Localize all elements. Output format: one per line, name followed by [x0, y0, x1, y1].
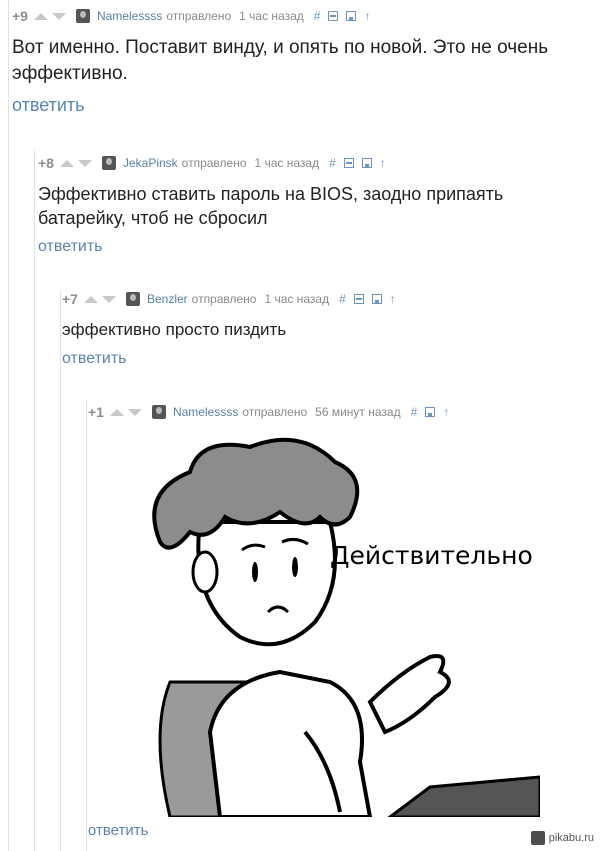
- author-link[interactable]: Benzler: [147, 292, 188, 306]
- comment-rating: +7: [62, 291, 78, 307]
- thread-line-1: [8, 0, 9, 851]
- watermark-text: pikabu.ru: [548, 832, 594, 844]
- save-icon[interactable]: [361, 158, 372, 168]
- sent-label: отправлено: [181, 156, 247, 170]
- parent-arrow-icon[interactable]: ↑: [364, 9, 370, 23]
- vote-down-icon[interactable]: [77, 159, 92, 167]
- pikabu-logo-icon: [530, 831, 545, 845]
- collapse-icon[interactable]: [343, 158, 354, 168]
- meme-image[interactable]: Действительно: [130, 432, 542, 819]
- reply-button[interactable]: ответить: [38, 238, 600, 256]
- reply-button[interactable]: ответить: [12, 95, 600, 116]
- parent-arrow-icon[interactable]: ↑: [390, 292, 396, 306]
- author-link[interactable]: Namelessss: [173, 405, 238, 419]
- thread-line-3: [60, 290, 61, 851]
- comment-meta: +9 Namelessss отправлено 1 час назад # ↑: [12, 7, 600, 25]
- collapse-icon[interactable]: [353, 294, 364, 304]
- reply-button[interactable]: ответить: [62, 350, 600, 368]
- thread-line-4: [86, 400, 87, 851]
- save-icon[interactable]: [425, 407, 436, 417]
- sent-label: отправлено: [191, 292, 257, 306]
- comment-meta: +1 Namelessss отправлено 56 минут назад …: [88, 403, 600, 421]
- comment-2: +8 JekaPinsk отправлено 1 час назад # ↑ …: [38, 154, 600, 256]
- parent-arrow-icon[interactable]: ↑: [380, 156, 386, 170]
- meme-illustration: Действительно: [152, 437, 542, 819]
- comment-text: Эффективно ставить пароль на BIOS, заодн…: [38, 184, 504, 228]
- avatar[interactable]: [151, 405, 166, 419]
- comment-rating: +9: [12, 8, 28, 24]
- permalink-icon[interactable]: #: [339, 292, 346, 306]
- vote-up-icon[interactable]: [33, 12, 48, 20]
- vote-down-icon[interactable]: [51, 12, 66, 20]
- author-link[interactable]: Namelessss: [97, 9, 162, 23]
- comment-text: эффективно просто пиздить: [62, 320, 287, 339]
- parent-arrow-icon[interactable]: ↑: [443, 405, 449, 419]
- save-icon[interactable]: [371, 294, 382, 304]
- avatar[interactable]: [75, 9, 90, 23]
- vote-up-icon[interactable]: [109, 408, 124, 416]
- collapse-icon[interactable]: [328, 11, 339, 21]
- sent-label: отправлено: [166, 9, 232, 23]
- comment-meta: +7 Benzler отправлено 1 час назад # ↑: [62, 290, 600, 308]
- vote-up-icon[interactable]: [59, 159, 74, 167]
- comment-rating: +8: [38, 155, 54, 171]
- comment-time[interactable]: 1 час назад: [239, 9, 304, 23]
- thread-line-2: [34, 150, 35, 851]
- permalink-icon[interactable]: #: [411, 405, 418, 419]
- permalink-icon[interactable]: #: [329, 156, 336, 170]
- vote-up-icon[interactable]: [83, 295, 98, 303]
- comment-time[interactable]: 1 час назад: [264, 292, 329, 306]
- vote-down-icon[interactable]: [127, 408, 142, 416]
- save-icon[interactable]: [346, 11, 357, 21]
- comment-time[interactable]: 1 час назад: [255, 156, 320, 170]
- author-link[interactable]: JekaPinsk: [123, 156, 178, 170]
- meme-caption: Действительно: [330, 541, 533, 570]
- watermark: pikabu.ru: [530, 831, 594, 845]
- comment-rating: +1: [88, 404, 104, 420]
- comment-4-footer: ответить: [88, 822, 600, 839]
- comment-text: Вот именно. Поставит винду, и опять по н…: [12, 37, 549, 84]
- comment-4: +1 Namelessss отправлено 56 минут назад …: [88, 403, 600, 421]
- comment-1: +9 Namelessss отправлено 1 час назад # ↑…: [12, 7, 600, 116]
- avatar[interactable]: [125, 292, 140, 306]
- reply-button[interactable]: ответить: [88, 822, 600, 839]
- comment-time[interactable]: 56 минут назад: [315, 405, 400, 419]
- comment-3: +7 Benzler отправлено 1 час назад # ↑ эф…: [62, 290, 600, 368]
- comment-meta: +8 JekaPinsk отправлено 1 час назад # ↑: [38, 154, 600, 172]
- avatar[interactable]: [101, 156, 116, 170]
- sent-label: отправлено: [242, 405, 308, 419]
- permalink-icon[interactable]: #: [314, 9, 321, 23]
- vote-down-icon[interactable]: [101, 295, 116, 303]
